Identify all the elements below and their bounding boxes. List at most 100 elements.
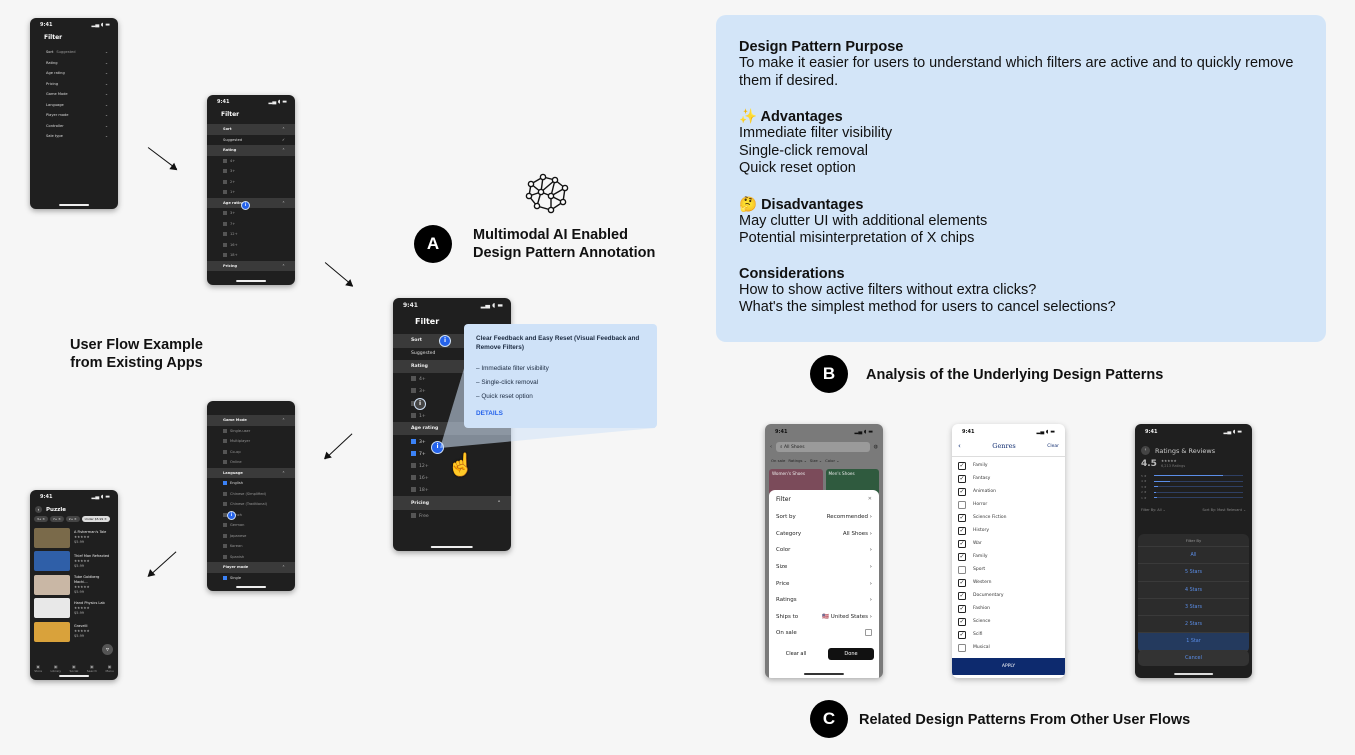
checkbox-icon[interactable] [223, 158, 227, 163]
checked-box-icon[interactable]: ✓ [958, 552, 966, 561]
app-list-item[interactable]: Gravelli ★★★★★ $5.99 [34, 620, 114, 644]
filter-row[interactable]: 3+ [207, 166, 295, 177]
checked-box-icon[interactable]: ✓ [958, 539, 966, 548]
filter-row[interactable]: Online [207, 457, 295, 468]
filter-chip[interactable]: On sale [771, 458, 785, 463]
done-button[interactable]: Done [828, 647, 874, 660]
checkbox-icon[interactable] [223, 460, 227, 465]
filter-option[interactable]: 4 Stars [1138, 582, 1249, 599]
filter-row[interactable]: Pricing ⌄ [30, 79, 118, 90]
genre-item[interactable]: ✓ War [952, 537, 1065, 550]
filter-row[interactable]: Spanish [207, 552, 295, 563]
filter-row[interactable]: Korean [207, 541, 295, 552]
filter-row[interactable]: Size › [769, 559, 879, 576]
filter-row[interactable]: Multiplayer [207, 436, 295, 447]
toggle-checkbox-icon[interactable] [865, 628, 872, 636]
filter-row[interactable]: Chinese (Traditional) [207, 499, 295, 510]
sort-by-label[interactable]: Sort By: Most Relevant ⌄ [1202, 508, 1246, 512]
genre-item[interactable]: Sport [952, 563, 1065, 576]
checkbox-icon[interactable] [223, 211, 227, 216]
filter-row[interactable]: Single-user [207, 426, 295, 437]
checked-box-icon[interactable] [223, 481, 227, 486]
checkbox-icon[interactable] [223, 523, 227, 528]
checkbox-icon[interactable] [958, 500, 966, 509]
genre-item[interactable]: ✓ Documentary [952, 589, 1065, 602]
checkbox-icon[interactable] [223, 221, 227, 226]
checked-box-icon[interactable]: ✓ [958, 591, 966, 600]
checked-box-icon[interactable]: ✓ [958, 487, 966, 496]
clear-button[interactable]: Clear [1047, 444, 1059, 449]
search-input[interactable]: ⌕ All Shoes [776, 442, 870, 452]
filter-row[interactable]: Age rating ⌄ [30, 68, 118, 79]
checked-box-icon[interactable]: ✓ [958, 578, 966, 587]
clear-all-button[interactable]: Clear all [774, 648, 818, 660]
checkbox-icon[interactable] [223, 502, 227, 507]
checkbox-icon[interactable] [223, 544, 227, 549]
cart-icon[interactable]: ◍ [874, 444, 878, 450]
back-icon[interactable]: ‹ [1141, 446, 1150, 455]
nav-item[interactable]: ▣ Library [51, 664, 62, 673]
checked-box-icon[interactable] [411, 450, 416, 456]
genre-item[interactable]: ✓ Scifi [952, 628, 1065, 641]
nav-item[interactable]: ▣ Social [69, 664, 78, 673]
filter-option[interactable]: 2 Stars [1138, 616, 1249, 634]
filter-row[interactable]: Single [207, 573, 295, 584]
filter-option[interactable]: 1 Star [1138, 633, 1249, 651]
filter-row[interactable]: French [207, 510, 295, 521]
app-list-item[interactable]: Thief Man Refracted ★★★★★ $5.99 [34, 550, 114, 574]
genre-item[interactable]: ✓ History [952, 524, 1065, 537]
filter-row[interactable]: Suggested ✓ [207, 135, 295, 146]
filter-row[interactable]: Ships to 🇺🇸 United States › [769, 609, 879, 626]
checkbox-icon[interactable] [223, 428, 227, 433]
nav-item[interactable]: ▣ Menu [105, 664, 113, 673]
checkbox-icon[interactable] [411, 376, 416, 382]
filter-option[interactable]: 5 Stars [1138, 564, 1249, 582]
checkbox-icon[interactable] [223, 253, 227, 258]
chevron-up-icon[interactable]: ⌃ [282, 565, 285, 569]
apply-button[interactable]: APPLY [952, 658, 1065, 675]
checked-box-icon[interactable]: ✓ [958, 474, 966, 483]
filter-chip[interactable]: Size ⌄ [810, 458, 822, 463]
checkbox-icon[interactable] [411, 462, 416, 468]
checkbox-icon[interactable] [411, 512, 416, 518]
genre-item[interactable]: ✓ Science [952, 615, 1065, 628]
checkbox-icon[interactable] [223, 439, 227, 444]
checked-box-icon[interactable]: ✓ [958, 461, 966, 470]
active-filter-chip[interactable]: Under $5.99 ✕ [81, 516, 110, 522]
filter-row[interactable]: Co-op [207, 447, 295, 458]
checkbox-icon[interactable] [958, 565, 966, 574]
filter-row[interactable]: 2+ [207, 177, 295, 188]
genre-item[interactable]: ✓ Fantasy [952, 472, 1065, 485]
genre-item[interactable]: ✓ Science Fiction [952, 511, 1065, 524]
genre-item[interactable]: ✓ Family [952, 459, 1065, 472]
filter-row[interactable]: Game Mode ⌄ [30, 89, 118, 100]
app-list-item[interactable]: Hand Physics Lab ★★★★★ $5.99 [34, 597, 114, 621]
checkbox-icon[interactable] [223, 242, 227, 247]
checked-box-icon[interactable] [411, 438, 416, 444]
filter-row[interactable]: Chinese (Simplified) [207, 489, 295, 500]
filter-row[interactable]: Japanese [207, 531, 295, 542]
filter-row[interactable]: 7+ [207, 219, 295, 230]
filter-row[interactable]: On sale [769, 625, 879, 642]
genre-item[interactable]: Musical [952, 641, 1065, 654]
filter-row[interactable]: 12+ [207, 229, 295, 240]
app-list-item[interactable]: Tube Goldberg Machi... ★★★★★ $5.99 [34, 573, 114, 597]
checked-box-icon[interactable]: ✓ [958, 617, 966, 626]
filter-option[interactable]: 3 Stars [1138, 599, 1249, 617]
filter-chip[interactable]: Ratings ⌄ [788, 458, 807, 463]
cancel-button[interactable]: Cancel [1138, 650, 1249, 666]
checked-box-icon[interactable]: ✓ [958, 604, 966, 613]
nav-item[interactable]: ▣ Search [87, 664, 97, 673]
filter-row[interactable]: Sort by Recommended › [769, 509, 879, 526]
filter-row[interactable]: 4+ [207, 156, 295, 167]
checkbox-icon[interactable] [223, 179, 227, 184]
checked-box-icon[interactable] [223, 575, 227, 580]
chevron-up-icon[interactable]: ⌃ [497, 501, 501, 506]
filter-row[interactable]: Sale type ⌄ [30, 131, 118, 142]
filter-row[interactable]: 18+ [207, 250, 295, 261]
checkbox-icon[interactable] [411, 388, 416, 394]
filter-row[interactable]: Controller ⌄ [30, 121, 118, 132]
checkbox-icon[interactable] [223, 554, 227, 559]
close-icon[interactable]: ✕ [868, 496, 872, 503]
genre-item[interactable]: ✓ Fashion [952, 602, 1065, 615]
